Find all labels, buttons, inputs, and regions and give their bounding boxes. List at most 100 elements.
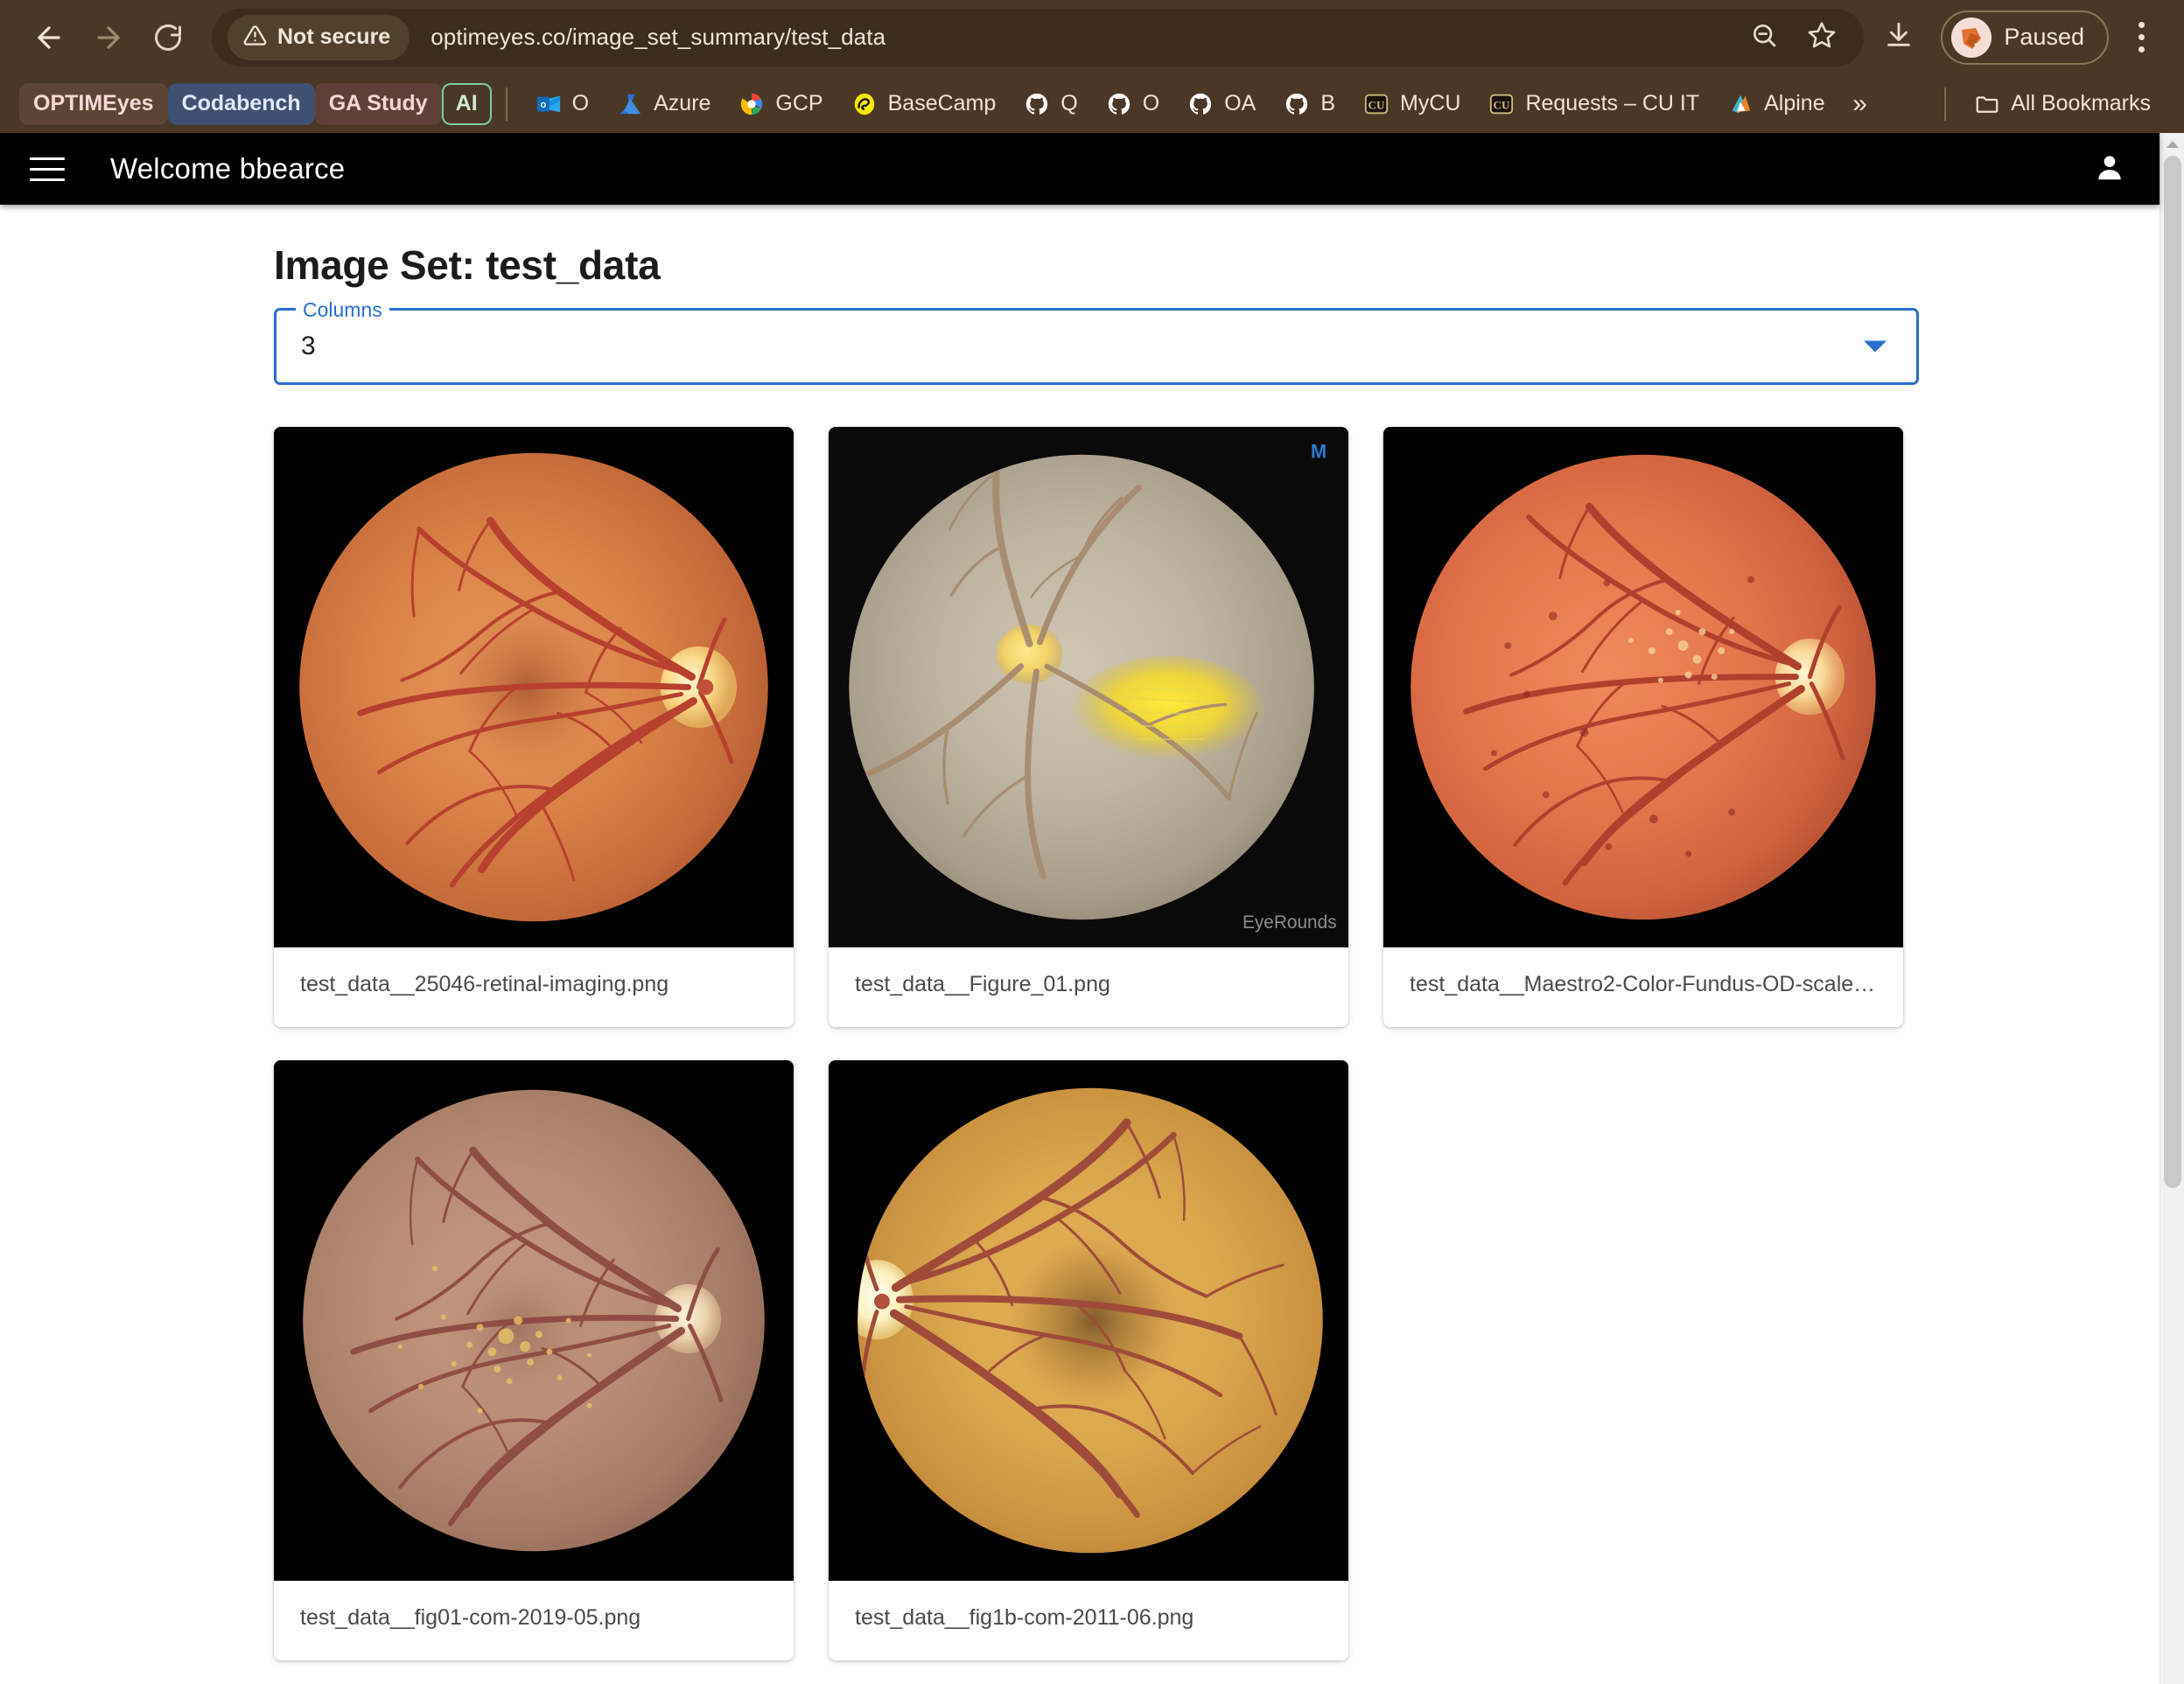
- image-caption: test_data__fig1b-com-2011-06.png: [855, 1605, 1194, 1630]
- image-caption: test_data__Maestro2-Color-Fundus-OD-scal…: [1410, 972, 1903, 996]
- svg-text:CU: CU: [1494, 98, 1510, 111]
- fundus-image-3: [1383, 427, 1903, 947]
- basecamp-icon: [854, 93, 874, 115]
- profile-label: Paused: [2004, 24, 2084, 50]
- azure-icon: [619, 94, 641, 114]
- bookmark-azure[interactable]: Azure: [603, 83, 724, 125]
- bookmark-github-q[interactable]: Q: [1010, 83, 1091, 125]
- github-icon: [1108, 93, 1130, 115]
- bookmark-github-o[interactable]: O: [1092, 83, 1173, 125]
- fundus-image-5: [829, 1060, 1348, 1581]
- watermark-top: M: [1311, 441, 1327, 463]
- chrome-menu-button[interactable]: [2118, 10, 2165, 65]
- svg-text:CU: CU: [1368, 98, 1385, 111]
- browser-chrome: Not secure optimeyes.co/image_set_summar…: [0, 0, 2184, 133]
- fundus-image-1: [274, 427, 794, 947]
- zoom-out-button[interactable]: [1738, 11, 1790, 64]
- bookmark-codabench[interactable]: Codabench: [167, 82, 315, 125]
- bookmark-gcp[interactable]: GCP: [724, 83, 836, 125]
- page-content-column: Welcome bbearce Image Set: test_data Col…: [0, 133, 2160, 1684]
- bookmark-label: Codabench: [181, 91, 301, 115]
- page-title: Image Set: test_data: [274, 242, 661, 288]
- github-icon: [1026, 93, 1048, 115]
- welcome-title: Welcome bbearce: [110, 152, 346, 185]
- bookmark-github-oa[interactable]: OA: [1173, 83, 1270, 125]
- github-icon: [1286, 93, 1308, 115]
- bookmark-label: GCP: [775, 91, 823, 115]
- image-grid: test_data__25046-retinal-imaging.png M E…: [274, 427, 1903, 1660]
- bookmarks-overflow-button[interactable]: »: [1839, 83, 1881, 125]
- bookmark-alpine[interactable]: Alpine: [1713, 83, 1839, 125]
- page-body: Image Set: test_data Columns 3 test_data…: [0, 205, 2160, 1660]
- bookmark-requests-cu-it[interactable]: CU Requests – CU IT: [1474, 83, 1713, 125]
- download-icon: [1884, 20, 1914, 54]
- page-inner: Image Set: test_data Columns 3 test_data…: [274, 205, 1919, 1660]
- bookmarks-divider: [505, 87, 508, 121]
- browser-window: Not secure optimeyes.co/image_set_summar…: [0, 0, 2184, 1684]
- bookmarks-bar: OPTIMEyes Codabench GA Study AI o O Azur…: [0, 74, 2184, 133]
- cu-buffalo-icon: CU: [1490, 94, 1514, 114]
- alpine-icon: [1732, 94, 1751, 113]
- bookmark-label: O: [1142, 91, 1160, 115]
- image-thumbnail[interactable]: [1383, 427, 1903, 947]
- image-card[interactable]: test_data__25046-retinal-imaging.png: [274, 427, 794, 1027]
- folder-icon: [1976, 95, 1998, 113]
- bookmark-github-b[interactable]: B: [1270, 83, 1349, 125]
- omnibox-actions: [1738, 9, 1864, 66]
- zoom-out-icon: [1750, 21, 1778, 53]
- github-icon: [1190, 93, 1212, 115]
- bookmark-star-button[interactable]: [1796, 11, 1848, 64]
- bookmark-ai[interactable]: AI: [441, 82, 492, 125]
- bookmark-label: OPTIMEyes: [33, 91, 154, 115]
- image-caption: test_data__Figure_01.png: [855, 972, 1110, 996]
- bookmark-basecamp[interactable]: BaseCamp: [837, 83, 1011, 125]
- page-scrollbar[interactable]: [2160, 133, 2184, 1684]
- image-thumbnail[interactable]: M EyeRounds: [829, 427, 1348, 947]
- image-card[interactable]: test_data__fig1b-com-2011-06.png: [829, 1060, 1348, 1660]
- scrollbar-thumb[interactable]: [2164, 156, 2181, 1188]
- bookmark-label: Alpine: [1764, 91, 1825, 115]
- reload-icon: [152, 22, 184, 53]
- image-thumbnail[interactable]: [274, 1060, 794, 1581]
- downloads-button[interactable]: [1872, 11, 1925, 64]
- security-label: Not secure: [277, 24, 391, 49]
- url-text: optimeyes.co/image_set_summary/test_data: [430, 24, 886, 50]
- scrollbar-up-arrow-icon[interactable]: [2166, 141, 2179, 148]
- bookmark-label: AI: [455, 91, 478, 115]
- arrow-left-icon: [32, 21, 66, 54]
- site-security-badge[interactable]: Not secure: [228, 14, 410, 60]
- columns-select-label: Columns: [296, 297, 389, 322]
- bookmark-ga-study[interactable]: GA Study: [314, 82, 442, 125]
- browser-toolbar: Not secure optimeyes.co/image_set_summar…: [0, 0, 2184, 74]
- warning-triangle-icon: [243, 24, 267, 52]
- hamburger-menu-icon[interactable]: [23, 144, 72, 193]
- image-thumbnail[interactable]: [274, 427, 794, 947]
- columns-select[interactable]: Columns 3: [274, 297, 1919, 385]
- bookmark-label: O: [571, 91, 590, 115]
- image-card[interactable]: M EyeRounds test_data__Figure_01.png: [829, 427, 1348, 1027]
- back-button[interactable]: [19, 8, 79, 67]
- bookmark-optimeyes[interactable]: OPTIMEyes: [19, 82, 168, 125]
- bookmark-mycu[interactable]: CU MyCU: [1349, 83, 1474, 125]
- address-bar[interactable]: Not secure optimeyes.co/image_set_summar…: [212, 8, 1865, 66]
- watermark-eyerounds: EyeRounds: [1242, 912, 1337, 933]
- chevron-down-icon: [1864, 340, 1886, 353]
- all-bookmarks-button[interactable]: All Bookmarks: [1960, 83, 2165, 125]
- page-viewport: Welcome bbearce Image Set: test_data Col…: [0, 133, 2184, 1684]
- reload-button[interactable]: [138, 8, 198, 67]
- forward-button[interactable]: [79, 8, 138, 67]
- image-card[interactable]: test_data__fig01-com-2019-05.png: [274, 1060, 794, 1660]
- image-thumbnail[interactable]: [829, 1060, 1348, 1581]
- account-button[interactable]: [2093, 150, 2126, 188]
- image-caption: test_data__fig01-com-2019-05.png: [300, 1605, 641, 1630]
- image-card[interactable]: test_data__Maestro2-Color-Fundus-OD-scal…: [1383, 427, 1903, 1027]
- account-circle-icon: [2093, 150, 2126, 188]
- kebab-menu-icon: [2138, 22, 2145, 28]
- bookmark-label: B: [1320, 91, 1335, 115]
- columns-select-value: 3: [301, 332, 316, 360]
- bookmark-label: BaseCamp: [887, 91, 997, 115]
- bookmark-outlook[interactable]: o O: [522, 83, 603, 125]
- chevron-double-right-icon: »: [1852, 88, 1867, 118]
- profile-button[interactable]: Paused: [1941, 10, 2109, 65]
- bookmark-label: Q: [1060, 91, 1078, 115]
